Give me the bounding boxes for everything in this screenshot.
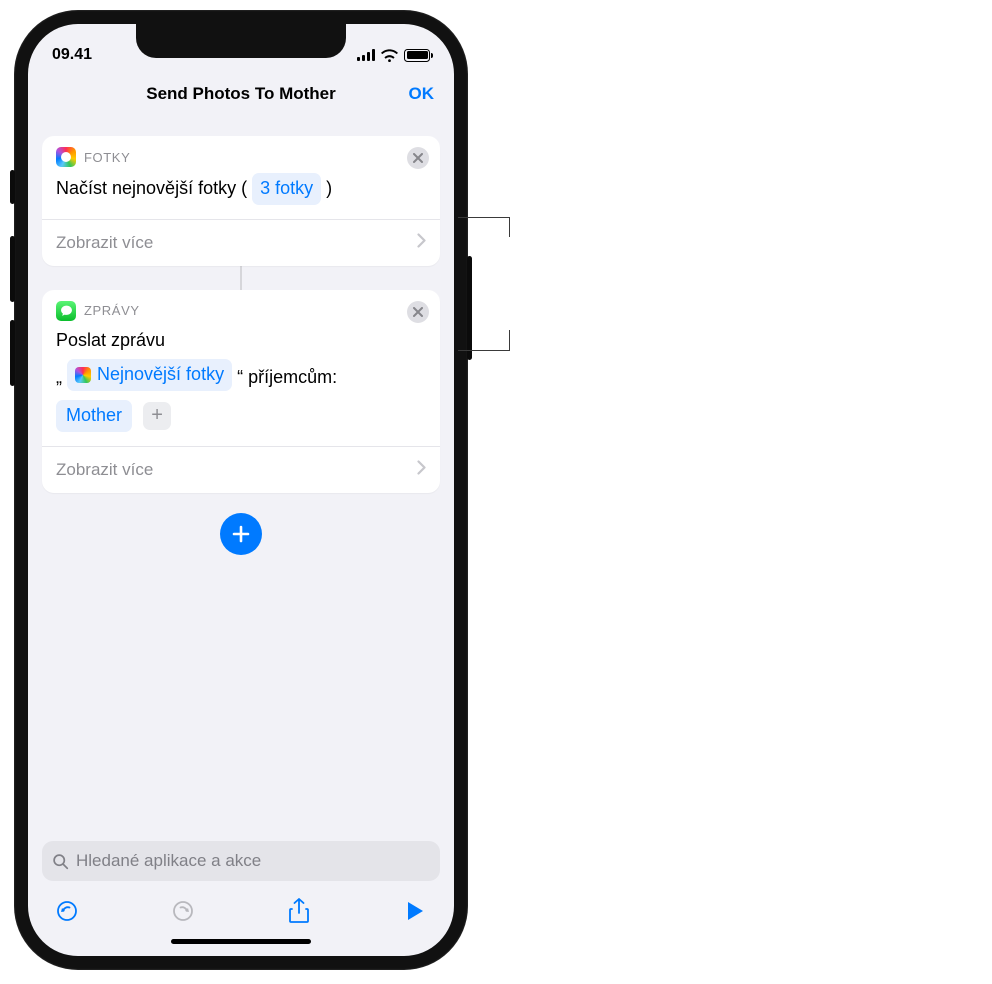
notch [136,24,346,58]
delete-action-button[interactable] [406,146,430,170]
plus-icon [231,524,251,544]
search-field[interactable]: Hledané aplikace a akce [42,841,440,881]
delete-action-button[interactable] [406,300,430,324]
phone-mute-switch [10,170,15,204]
action-card-messages[interactable]: ZPRÁVY Poslat zprávu „ Nejnovější fotky [42,290,440,493]
nav-bar: Send Photos To Mother OK [28,72,454,116]
show-more-label: Zobrazit více [56,233,153,253]
callout-line-1 [458,217,510,218]
show-more-row[interactable]: Zobrazit více [42,446,440,493]
callout-line-2 [458,350,510,351]
search-placeholder: Hledané aplikace a akce [76,851,261,871]
undo-button[interactable] [52,897,82,925]
status-time: 09.41 [52,46,92,64]
search-icon [52,853,69,870]
action-connector [240,266,242,290]
action-line1: Poslat zprávu [56,327,426,355]
variable-latest-photos[interactable]: Nejnovější fotky [67,359,232,391]
cellular-icon [357,49,375,61]
action-text-suffix: ) [326,178,332,198]
messages-app-icon [56,301,76,321]
quote-open: „ [56,367,62,387]
status-right [357,49,430,62]
home-indicator[interactable] [171,939,311,944]
action-text-prefix: Načíst nejnovější fotky ( [56,178,247,198]
battery-icon [404,49,430,62]
action-card-photos[interactable]: FOTKY Načíst nejnovější fotky ( 3 fotky … [42,136,440,266]
chevron-right-icon [417,233,426,253]
show-more-row[interactable]: Zobrazit více [42,219,440,266]
run-button[interactable] [400,897,430,925]
toolbar [42,893,440,931]
bottom-area: Hledané aplikace a akce [28,841,454,956]
recipient-chip[interactable]: Mother [56,400,132,432]
editor-content: FOTKY Načíst nejnovější fotky ( 3 fotky … [28,126,454,866]
phone-vol-up [10,236,15,302]
wifi-icon [381,49,398,62]
param-count[interactable]: 3 fotky [252,173,321,205]
action-app-label: FOTKY [84,150,130,165]
chevron-right-icon [417,460,426,480]
phone-vol-down [10,320,15,386]
recipients-label: příjemcům: [248,367,337,387]
share-button[interactable] [284,897,314,925]
photos-app-icon [56,147,76,167]
page-title: Send Photos To Mother [146,84,336,104]
screen: 09.41 Send Photos To Mother OK FOTKY [28,24,454,956]
close-icon [407,147,429,169]
redo-button[interactable] [168,897,198,925]
action-app-label: ZPRÁVY [84,303,140,318]
done-button[interactable]: OK [409,84,435,104]
phone-side-button [467,256,472,360]
quote-close: “ [237,367,243,387]
add-action-button[interactable] [220,513,262,555]
show-more-label: Zobrazit více [56,460,153,480]
add-recipient-button[interactable]: + [143,402,171,430]
phone-frame: 09.41 Send Photos To Mother OK FOTKY [14,10,468,970]
close-icon [407,301,429,323]
